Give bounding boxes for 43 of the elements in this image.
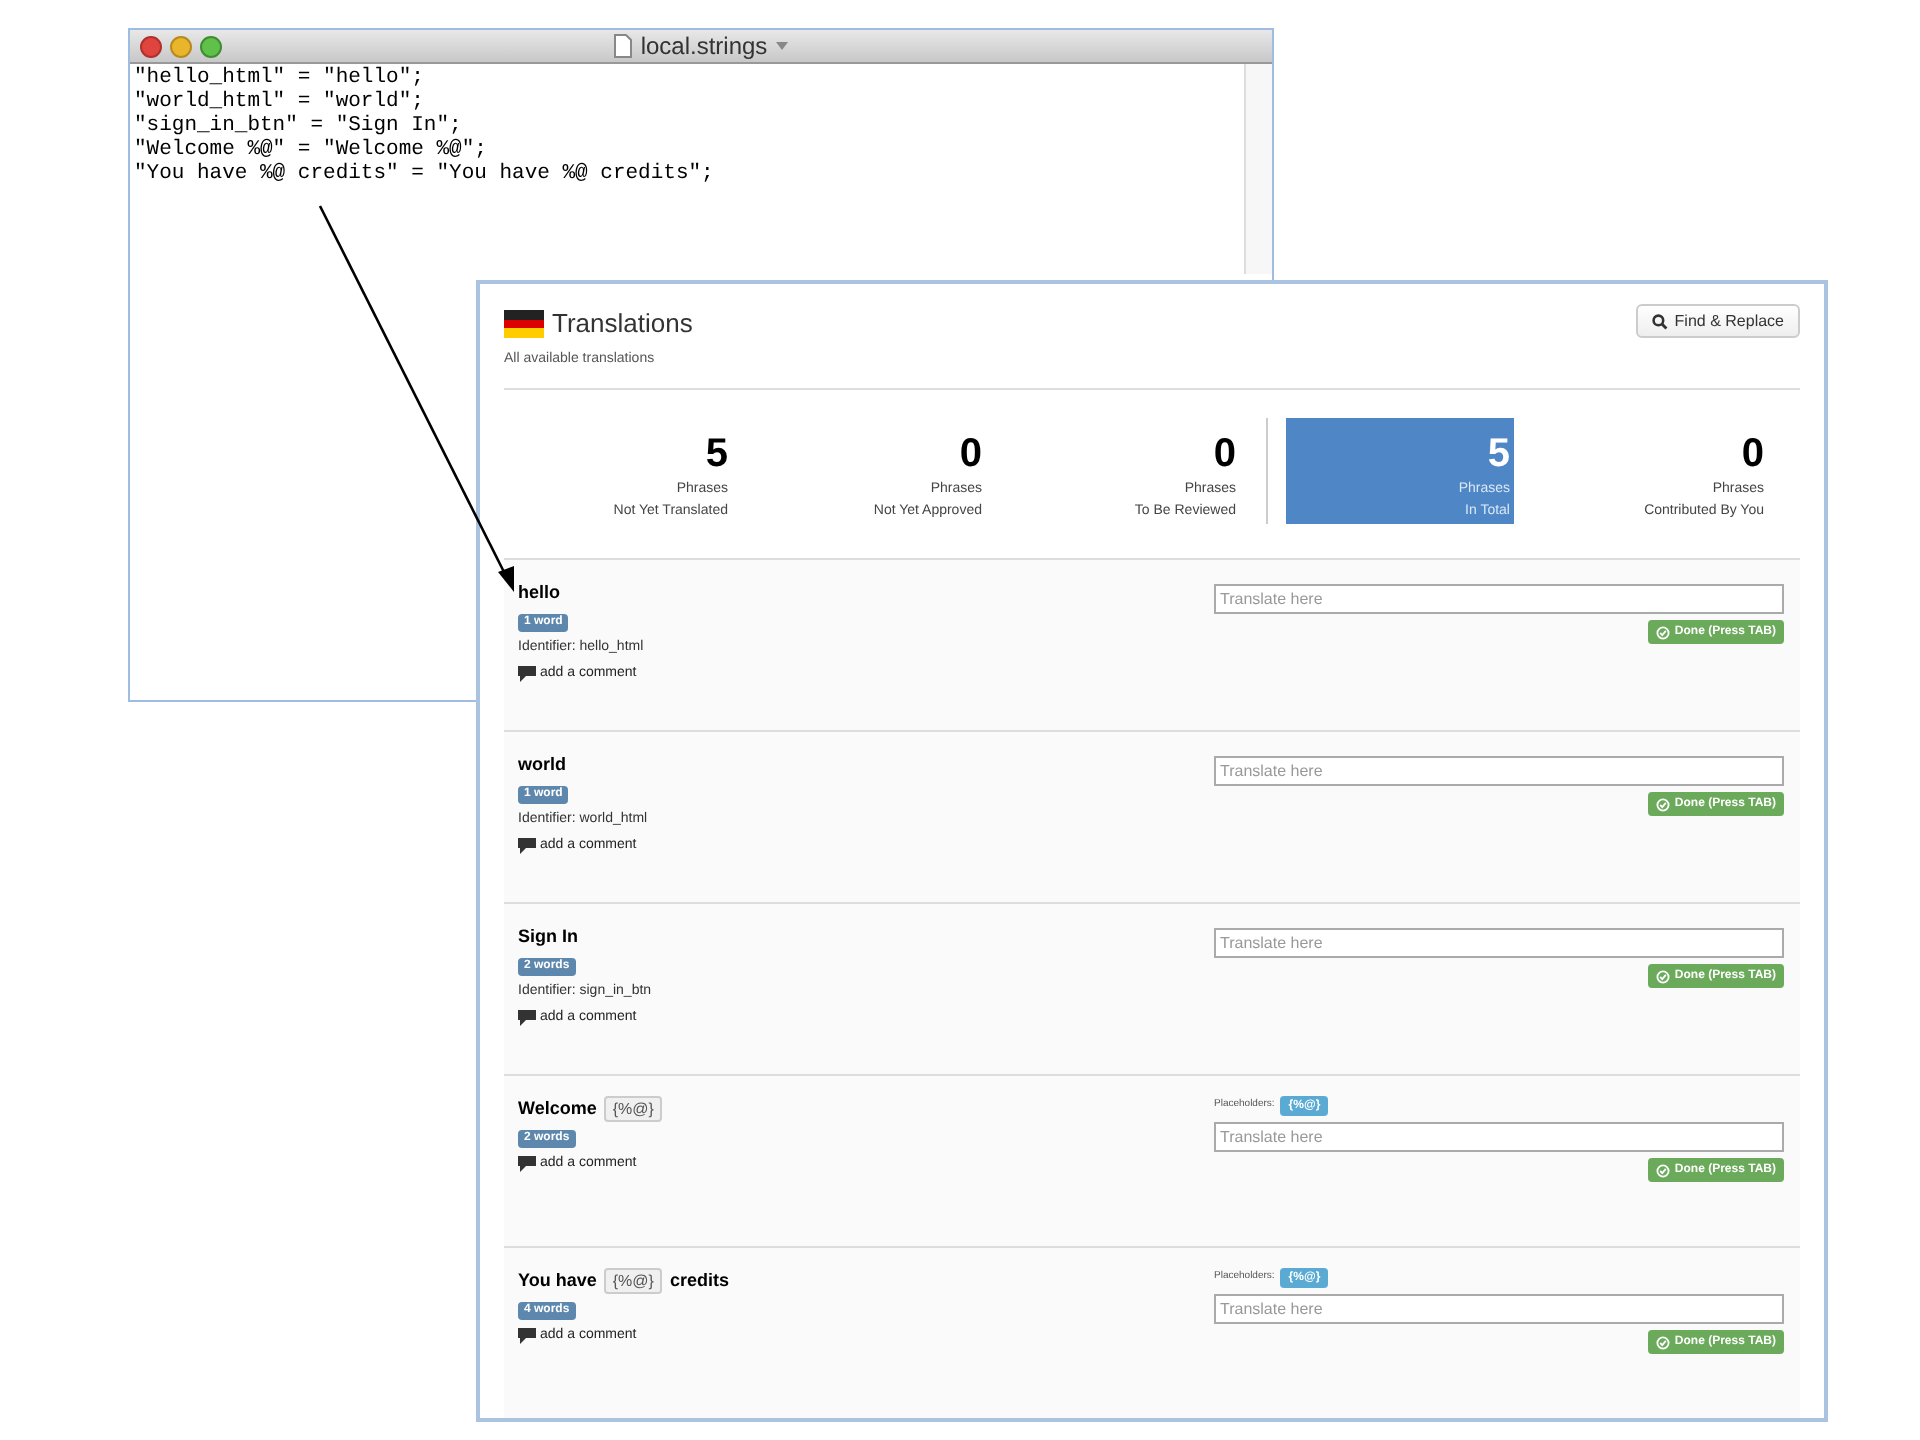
zoom-button[interactable] [200,35,222,57]
phrase-title: Sign In [518,924,578,950]
stat-number: 0 [959,430,982,479]
phrase-title: credits [669,1268,729,1294]
comment-icon [518,666,536,683]
check-circle-icon [1656,1335,1671,1349]
comment-icon [518,1155,536,1172]
search-icon [1652,313,1669,329]
check-circle-icon [1656,797,1671,811]
stat-number: 0 [1213,430,1236,479]
window-title: local.strings [640,30,768,64]
close-button[interactable] [140,35,162,57]
stat-number: 0 [1741,430,1764,479]
code-line: "world_html" = "world"; [134,90,426,114]
phrase-title: world [518,752,566,778]
check-circle-icon [1656,625,1671,639]
stat-number: 5 [1487,430,1510,479]
code-line: "Welcome %@" = "Welcome %@"; [134,138,489,162]
phrase-title: hello [518,580,561,606]
document-icon [614,34,633,58]
translation-input[interactable]: Translate here [1214,1294,1784,1324]
check-circle-icon [1656,1163,1671,1177]
code-line: "hello_html" = "hello"; [134,66,426,90]
placeholder-token: {%@} [604,1268,662,1295]
comment-icon [518,1327,536,1344]
page-title: Translations [552,306,693,342]
stat-number: 5 [705,430,728,479]
translation-input[interactable]: Translate here [1214,928,1784,958]
phrase-title: You have [518,1268,597,1294]
translation-input[interactable]: Translate here [1214,1122,1784,1152]
placeholder-token: {%@} [604,1096,662,1123]
translation-input[interactable]: Translate here [1214,756,1784,786]
comment-icon [518,1010,536,1027]
caret-icon [775,42,788,50]
phrase-title: Welcome [518,1096,597,1122]
minimize-button[interactable] [170,35,192,57]
translation-input[interactable]: Translate here [1214,584,1784,614]
code-line: "sign_in_btn" = "Sign In"; [134,114,464,138]
code-line: "You have %@ credits" = "You have %@ credits"; [134,162,716,186]
flag-icon [504,309,544,338]
comment-icon [518,838,536,855]
find-replace-button[interactable]: Find & Replace [1636,304,1800,338]
check-circle-icon [1656,969,1671,983]
